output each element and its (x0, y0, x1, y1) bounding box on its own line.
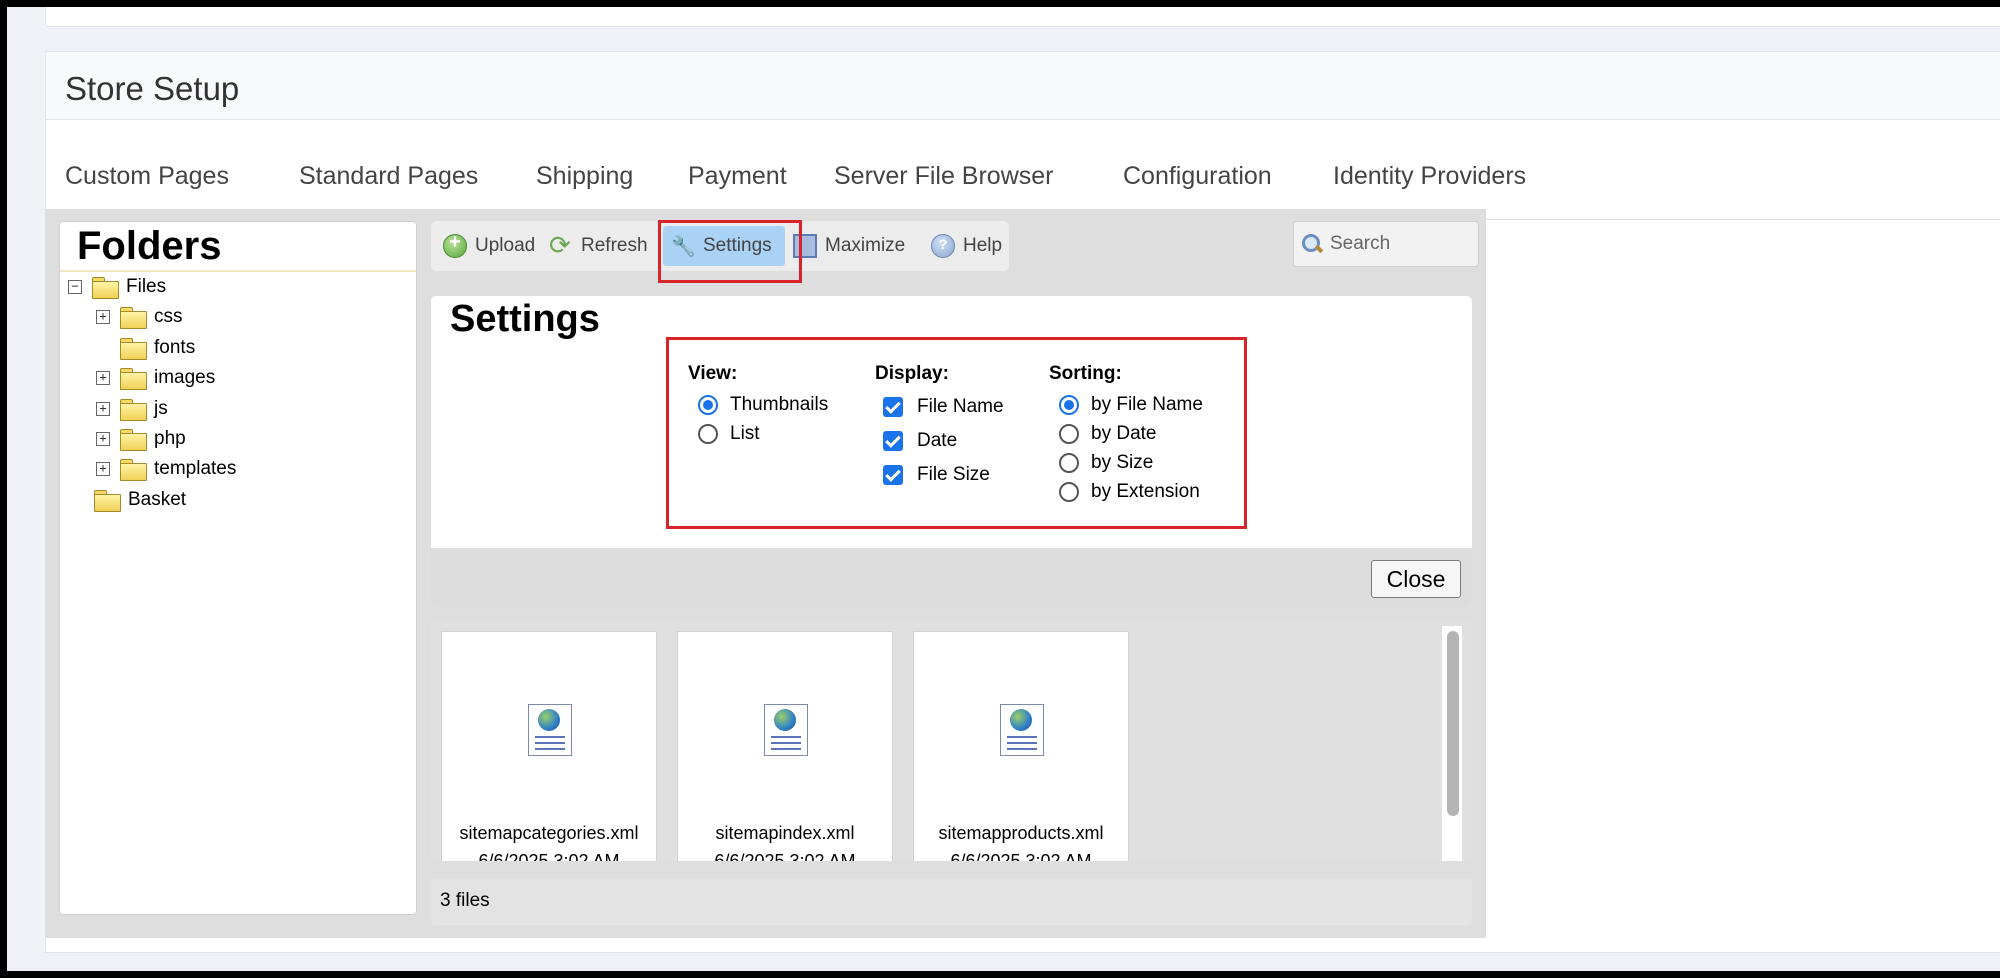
tree-item-css[interactable]: + css (96, 304, 183, 330)
scrollbar-thumb[interactable] (1447, 631, 1459, 816)
settings-footer: Close (431, 548, 1472, 608)
settings-button-highlight (658, 220, 802, 283)
folder-icon (120, 428, 147, 451)
files-area: sitemapcategories.xml 6/6/2025 3:02 AM s… (431, 621, 1472, 861)
tab-identity-providers[interactable]: Identity Providers (1333, 162, 1526, 191)
refresh-label: Refresh (581, 235, 648, 256)
tree-item-label[interactable]: Files (126, 276, 166, 298)
browser-viewport: Store Setup Custom Pages Standard Pages … (7, 7, 2000, 971)
search-input[interactable] (1328, 232, 1468, 256)
folder-icon (120, 367, 147, 390)
upload-button[interactable]: Upload (443, 231, 535, 261)
maximize-label: Maximize (825, 235, 906, 256)
folders-title: Folders (77, 224, 222, 268)
file-item[interactable]: sitemapindex.xml 6/6/2025 3:02 AM (677, 631, 893, 861)
folder-icon (120, 306, 147, 329)
folder-icon (120, 398, 147, 421)
tree-item-label[interactable]: js (154, 398, 168, 420)
settings-options-highlight (666, 337, 1247, 529)
tree-item-label[interactable]: css (154, 306, 183, 328)
page-title: Store Setup (65, 70, 240, 107)
card-header: Store Setup (46, 52, 2000, 120)
tree-item-templates[interactable]: + templates (96, 456, 236, 482)
close-button[interactable]: Close (1371, 560, 1461, 598)
help-button[interactable]: Help (931, 231, 1002, 261)
tree-item-label[interactable]: fonts (154, 337, 195, 359)
tree-item-basket[interactable]: Basket (94, 487, 186, 513)
xml-file-icon (1000, 704, 1044, 756)
tree-item-fonts[interactable]: fonts (96, 335, 195, 361)
help-icon (931, 234, 955, 258)
file-date: 6/6/2025 3:02 AM (714, 851, 856, 861)
tab-custom-pages[interactable]: Custom Pages (65, 162, 229, 191)
file-count: 3 files (440, 890, 490, 911)
files-scrollbar[interactable] (1442, 626, 1462, 861)
tab-server-file-browser[interactable]: Server File Browser (834, 162, 1054, 191)
upload-icon (443, 231, 467, 258)
xml-file-icon (528, 704, 572, 756)
tree-item-label[interactable]: images (154, 367, 215, 389)
search-icon (1300, 232, 1324, 256)
top-card (45, 7, 2000, 27)
help-label: Help (963, 235, 1003, 256)
expand-toggle-icon[interactable]: + (96, 462, 110, 476)
file-name: sitemapproducts.xml (938, 823, 1104, 843)
expand-toggle-icon[interactable]: + (96, 371, 110, 385)
collapse-toggle-icon[interactable]: − (68, 280, 82, 294)
tree-item-images[interactable]: + images (96, 365, 215, 391)
tree-item-files[interactable]: − Files (68, 274, 166, 300)
status-bar: 3 files (431, 878, 1472, 925)
file-item[interactable]: sitemapproducts.xml 6/6/2025 3:02 AM (913, 631, 1129, 861)
folders-title-divider (60, 270, 416, 272)
expand-toggle-icon[interactable]: + (96, 310, 110, 324)
tab-configuration[interactable]: Configuration (1123, 162, 1272, 191)
expand-toggle-icon[interactable]: + (96, 432, 110, 446)
upload-label: Upload (475, 235, 536, 256)
file-name: sitemapcategories.xml (459, 823, 639, 843)
tree-item-label[interactable]: php (154, 428, 186, 450)
file-browser: Folders − Files + css fonts + images + j… (45, 209, 1486, 938)
refresh-button[interactable]: Refresh (549, 231, 653, 261)
tab-standard-pages[interactable]: Standard Pages (299, 162, 478, 191)
tree-item-php[interactable]: + php (96, 426, 186, 452)
folder-icon (94, 489, 121, 512)
refresh-icon (549, 231, 573, 261)
tab-shipping[interactable]: Shipping (536, 162, 633, 191)
tab-bar: Custom Pages Standard Pages Shipping Pay… (46, 120, 2000, 220)
folders-panel: Folders − Files + css fonts + images + j… (59, 221, 417, 915)
folder-icon (120, 458, 147, 481)
tree-item-label[interactable]: templates (154, 458, 236, 480)
open-folder-icon (92, 276, 119, 299)
xml-file-icon (764, 704, 808, 756)
file-item[interactable]: sitemapcategories.xml 6/6/2025 3:02 AM (441, 631, 657, 861)
search-box[interactable] (1293, 221, 1479, 267)
settings-title: Settings (450, 298, 600, 340)
expand-toggle-icon[interactable]: + (96, 402, 110, 416)
folder-icon (120, 337, 147, 360)
file-date: 6/6/2025 3:02 AM (950, 851, 1092, 861)
tree-item-label[interactable]: Basket (128, 489, 186, 511)
file-name: sitemapindex.xml (715, 823, 855, 843)
file-date: 6/6/2025 3:02 AM (478, 851, 620, 861)
tree-item-js[interactable]: + js (96, 396, 168, 422)
maximize-button[interactable]: Maximize (793, 231, 905, 261)
tab-payment[interactable]: Payment (688, 162, 787, 191)
